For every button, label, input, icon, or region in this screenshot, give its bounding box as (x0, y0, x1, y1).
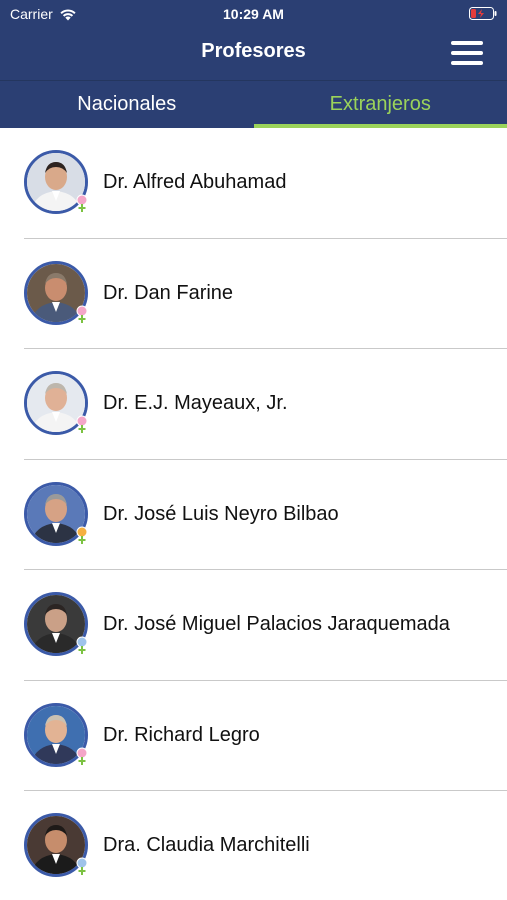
professor-row[interactable]: Dr. Richard Legro (0, 681, 507, 791)
professor-row[interactable]: Dr. Dan Farine (0, 239, 507, 349)
gender-badge-icon (76, 636, 88, 654)
gender-badge-icon (76, 526, 88, 544)
avatar (24, 150, 88, 214)
avatar (24, 813, 88, 877)
professor-name: Dr. José Luis Neyro Bilbao (103, 502, 339, 525)
professor-name: Dr. Dan Farine (103, 281, 234, 304)
menu-icon-bar (451, 61, 483, 65)
menu-icon-bar (451, 51, 483, 55)
professor-name: Dr. E.J. Mayeaux, Jr. (103, 392, 288, 414)
avatar (24, 260, 88, 325)
professor-name: Dr. Richard Legro (103, 723, 260, 746)
professor-row[interactable]: Dr. José Luis Neyro Bilbao (0, 460, 507, 570)
professor-list: Dr. Alfred Abuhamad Dr. Dan Farine Dr. E.J… (0, 128, 507, 900)
gender-badge-icon (76, 305, 88, 323)
gender-badge-icon (76, 415, 88, 433)
status-time: 10:29 AM (223, 6, 284, 22)
professor-name: Dr. José Miguel Palacios Jaraquemada (103, 613, 450, 635)
professor-row[interactable]: Dr. José Miguel Palacios Jaraquemada (0, 570, 507, 681)
gender-badge-icon (76, 194, 88, 212)
professor-row[interactable]: Dr. E.J. Mayeaux, Jr. (0, 349, 507, 460)
avatar (24, 592, 88, 656)
avatar (24, 702, 88, 767)
battery-icon (469, 7, 497, 20)
gender-badge-icon (76, 747, 88, 765)
avatar (24, 481, 88, 546)
menu-icon-bar (451, 41, 483, 45)
professor-name: Dr. Alfred Abuhamad (103, 171, 287, 193)
professor-row[interactable]: Dr. Alfred Abuhamad (0, 128, 507, 239)
tab-extranjeros[interactable]: Extranjeros (254, 81, 507, 128)
status-bar: Carrier 10:29 AM (0, 0, 507, 28)
gender-badge-icon (76, 857, 88, 875)
avatar (24, 371, 88, 435)
tab-nacionales[interactable]: Nacionales (0, 81, 254, 128)
app-header: Carrier 10:29 AM Profesores Nacionales E… (0, 0, 507, 128)
hamburger-menu-button[interactable] (451, 39, 485, 67)
professor-row[interactable]: Dra. Claudia Marchitelli (0, 791, 507, 900)
professor-name: Dra. Claudia Marchitelli (103, 834, 310, 856)
page-title: Profesores (201, 40, 306, 62)
tab-bar: Nacionales Extranjeros (0, 80, 507, 128)
